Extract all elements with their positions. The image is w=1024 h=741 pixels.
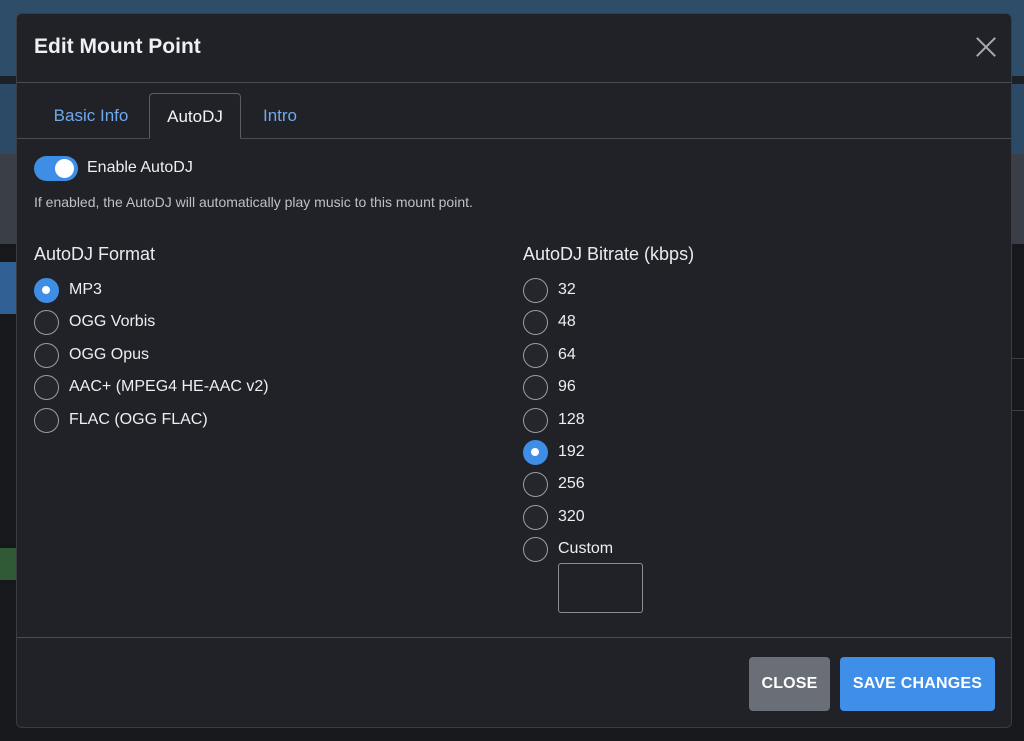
radio-button[interactable] [523,375,548,400]
radio-button[interactable] [34,343,59,368]
radio-label: OGG Vorbis [69,313,156,330]
radio-label: 32 [558,281,576,298]
enable-autodj-toggle[interactable] [34,156,78,181]
radio-button[interactable] [523,278,548,303]
close-icon[interactable] [975,36,997,58]
background-button-left [0,262,16,314]
tab-intro[interactable]: Intro [247,93,313,138]
autodj-format-title: AutoDJ Format [34,244,156,264]
enable-autodj-label: Enable AutoDJ [87,159,193,176]
edit-mount-point-dialog: Edit Mount Point Basic Info AutoDJ Intro… [16,13,1012,728]
radio-label: 256 [558,475,585,492]
background-hero-left [0,84,16,154]
autodj-bitrate-title: AutoDJ Bitrate (kbps) [523,244,695,264]
enable-autodj-help-text: If enabled, the AutoDJ will automaticall… [34,194,473,210]
background-tag-left [0,548,16,580]
tab-bar: Basic Info AutoDJ Intro [17,83,1011,139]
close-button[interactable]: CLOSE [749,657,830,711]
footer-divider [17,637,1011,638]
background-divider-right-2 [1012,410,1024,411]
radio-button[interactable] [34,278,59,303]
background-hero-right [1012,84,1024,154]
radio-label: FLAC (OGG FLAC) [69,411,208,428]
radio-button[interactable] [523,505,548,530]
modal-title: Edit Mount Point [34,35,201,58]
radio-label: 48 [558,313,576,330]
radio-button[interactable] [34,310,59,335]
radio-button[interactable] [523,537,548,562]
radio-button[interactable] [523,440,548,465]
radio-button[interactable] [523,343,548,368]
radio-label: MP3 [69,281,102,298]
radio-label: 128 [558,411,585,428]
background-info-left [0,154,16,244]
save-changes-button[interactable]: SAVE CHANGES [840,657,995,711]
radio-label: 96 [558,378,576,395]
radio-label: OGG Opus [69,346,150,363]
background-info-right [1012,154,1024,244]
modal-header: Edit Mount Point [17,14,1011,83]
radio-label: 64 [558,346,576,363]
radio-label: 192 [558,443,585,460]
radio-button[interactable] [523,472,548,497]
toggle-knob [55,159,74,178]
tab-autodj[interactable]: AutoDJ [149,93,241,139]
radio-button[interactable] [523,408,548,433]
custom-bitrate-input[interactable] [558,563,643,613]
radio-button[interactable] [34,408,59,433]
tab-basic-info[interactable]: Basic Info [35,93,147,138]
radio-button[interactable] [34,375,59,400]
radio-label: Custom [558,540,614,557]
radio-label: 320 [558,508,585,525]
background-divider-right [1012,358,1024,359]
radio-button[interactable] [523,310,548,335]
radio-label: AAC+ (MPEG4 HE-AAC v2) [69,378,269,395]
